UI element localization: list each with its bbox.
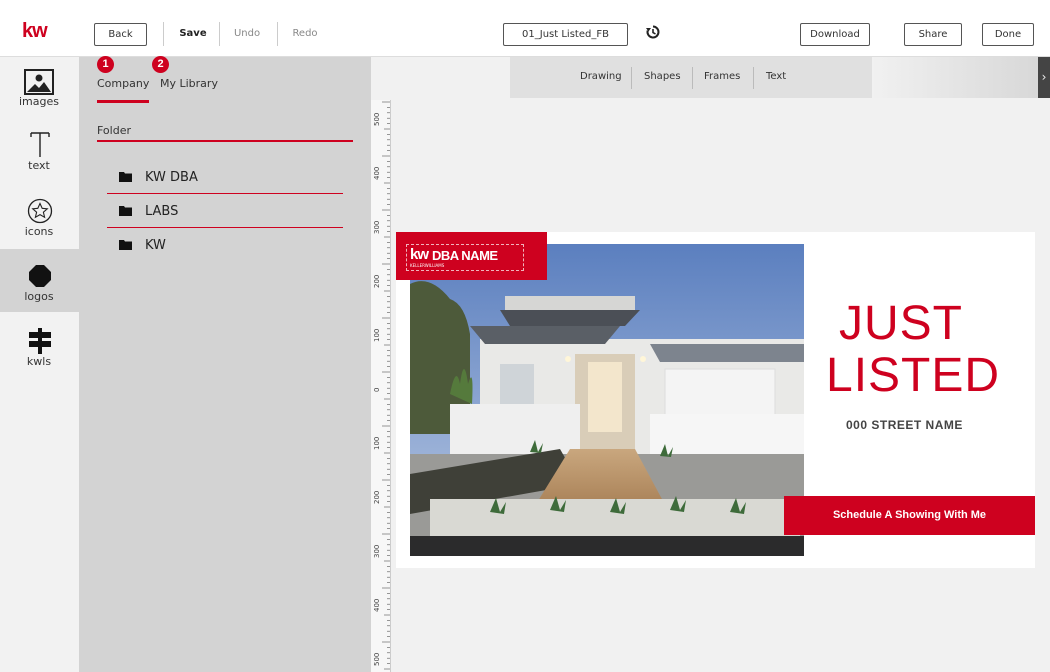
rail-item-label: kwls	[26, 355, 52, 368]
rail-item-text[interactable]: text	[0, 121, 79, 185]
tab-label: Company	[97, 77, 150, 90]
tool-text[interactable]: Text	[766, 71, 786, 82]
download-button[interactable]: Download	[800, 23, 870, 46]
folder-item[interactable]: KW DBA	[107, 160, 343, 194]
step-badge-2: 2	[152, 56, 169, 73]
active-tab-indicator	[97, 100, 149, 103]
dba-logo-badge[interactable]: kw DBA NAME KELLERWILLIAMS	[396, 232, 547, 280]
rail-item-label: logos	[24, 290, 54, 303]
divider	[631, 67, 632, 89]
headline-listed[interactable]: LISTED	[826, 348, 1000, 403]
schedule-showing-banner[interactable]: Schedule A Showing With Me	[784, 496, 1035, 535]
tool-frames[interactable]: Frames	[704, 71, 740, 82]
back-button[interactable]: Back	[94, 23, 147, 46]
canvas-area: Drawing Shapes Frames Text › 500 400 300…	[371, 57, 1050, 672]
toolbar-divider	[163, 22, 164, 46]
rail-item-logos[interactable]: logos	[0, 249, 79, 312]
redo-button[interactable]: Redo	[285, 23, 325, 46]
done-button[interactable]: Done	[982, 23, 1034, 46]
folder-item[interactable]: LABS	[107, 194, 343, 228]
image-icon	[24, 69, 54, 95]
rail-item-icons[interactable]: icons	[0, 185, 79, 249]
tool-shapes[interactable]: Shapes	[644, 71, 681, 82]
folder-icon	[119, 206, 132, 216]
top-toolbar: kw Back Save Undo Redo 01_Just Listed_FB…	[0, 0, 1050, 57]
ruler-label: 500	[373, 652, 381, 666]
octagon-icon	[29, 265, 51, 287]
canvas-toolbar: Drawing Shapes Frames Text	[510, 57, 872, 98]
divider	[692, 67, 693, 89]
toolbar-divider	[277, 22, 278, 46]
history-icon[interactable]	[645, 24, 661, 40]
assets-panel: 1 Company 2 My Library Folder KW DBA LAB…	[79, 56, 371, 672]
filename-field[interactable]: 01_Just Listed_FB	[503, 23, 628, 46]
toolbar-scroll-right-icon[interactable]: ›	[1038, 57, 1050, 98]
toolbar-fade	[872, 57, 1050, 98]
rail-item-label: text	[28, 159, 50, 172]
design-editor: kw Back Save Undo Redo 01_Just Listed_FB…	[0, 0, 1050, 672]
house-photo[interactable]	[410, 244, 804, 556]
ruler-label: 300	[373, 544, 381, 558]
rail-item-kwls[interactable]: kwls	[0, 313, 79, 377]
selection-outline	[406, 244, 524, 271]
tool-rail: images text icons logos kwls	[0, 57, 79, 672]
headline-just[interactable]: JUST	[839, 296, 963, 351]
kw-logo: kw	[22, 20, 48, 42]
street-name[interactable]: 000 STREET NAME	[846, 418, 963, 432]
ruler-label: 200	[373, 274, 381, 288]
rail-item-images[interactable]: images	[0, 57, 79, 121]
tab-my-library[interactable]: 2 My Library	[152, 56, 218, 90]
folder-name: LABS	[145, 204, 179, 219]
rail-item-label: images	[19, 95, 59, 108]
ruler-label: 0	[373, 387, 381, 392]
folder-item[interactable]: KW	[107, 228, 343, 262]
ruler-ticks	[382, 101, 390, 670]
ruler-label: 100	[373, 436, 381, 450]
divider	[97, 140, 353, 142]
tab-label: My Library	[160, 77, 218, 90]
ruler-label: 300	[373, 220, 381, 234]
folder-name: KW DBA	[145, 170, 198, 185]
undo-button[interactable]: Undo	[227, 23, 267, 46]
ruler-label: 400	[373, 598, 381, 612]
folder-icon	[119, 240, 132, 250]
ruler-label: 100	[373, 328, 381, 342]
divider	[753, 67, 754, 89]
folder-column-header: Folder	[97, 124, 131, 137]
step-badge-1: 1	[97, 56, 114, 73]
ruler-label: 500	[373, 112, 381, 126]
flyer-canvas[interactable]: kw DBA NAME KELLERWILLIAMS JUST LISTED 0…	[396, 232, 1035, 568]
folder-name: KW	[145, 238, 166, 253]
save-button[interactable]: Save	[175, 23, 211, 46]
ruler-label: 400	[373, 166, 381, 180]
star-icon	[27, 198, 53, 224]
toolbar-divider	[219, 22, 220, 46]
share-button[interactable]: Share	[904, 23, 962, 46]
ruler-label: 200	[373, 490, 381, 504]
tab-company[interactable]: 1 Company	[97, 56, 150, 90]
folder-icon	[119, 172, 132, 182]
signpost-icon	[29, 328, 51, 354]
rail-item-label: icons	[24, 225, 54, 238]
tool-drawing[interactable]: Drawing	[580, 71, 622, 82]
text-icon	[30, 132, 50, 157]
vertical-ruler: 500 400 300 200 100 0 100 200 300 400 50…	[371, 100, 391, 672]
